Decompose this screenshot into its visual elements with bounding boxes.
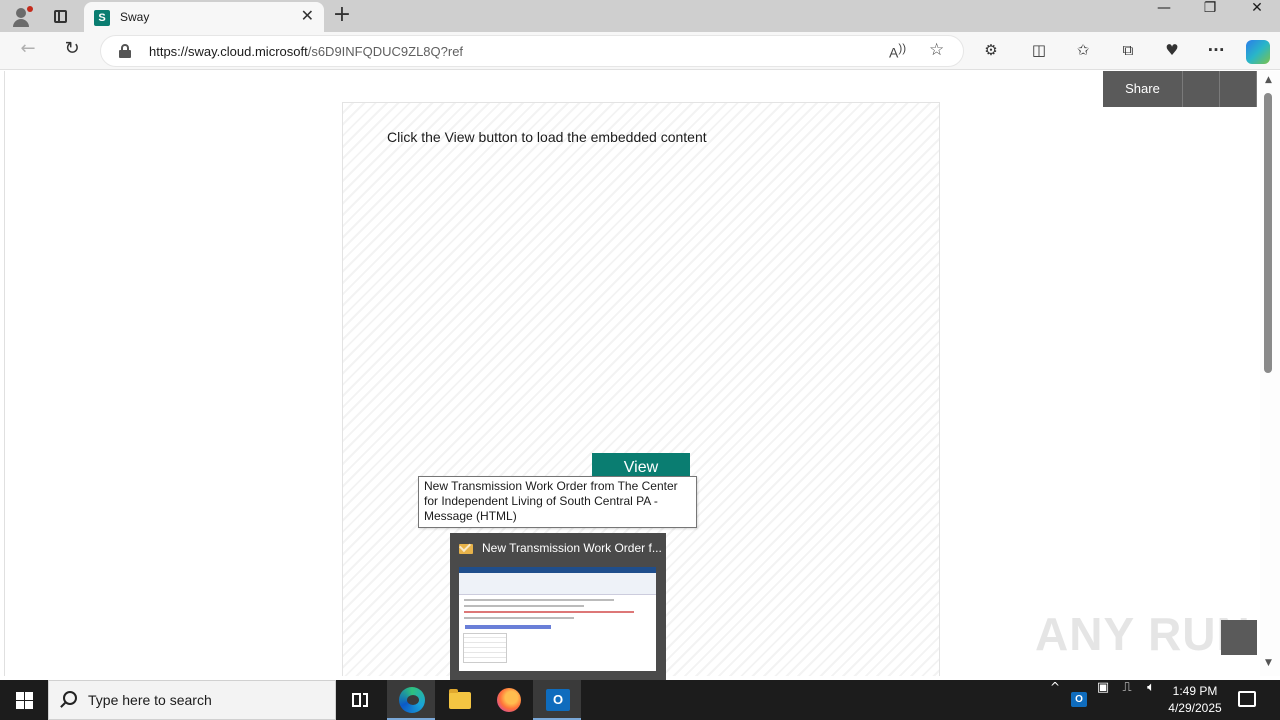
lock-icon[interactable] [119, 44, 131, 58]
search-placeholder: Type here to search [88, 692, 212, 708]
clock-time: 1:49 PM [1172, 684, 1218, 698]
copilot-icon[interactable] [1246, 40, 1270, 64]
url-path: /s6D9INFQDUC9ZL8Q?ref [307, 44, 464, 59]
preview-title: New Transmission Work Order f... [482, 541, 662, 555]
tab-strip: S Sway ✕ + — ❐ ✕ [0, 0, 1280, 32]
task-view-button[interactable] [336, 680, 384, 720]
settings-button[interactable] [1183, 71, 1220, 107]
address-bar[interactable]: https://sway.cloud.microsoft/s6D9INFQDUC… [100, 35, 964, 67]
scroll-up-icon[interactable]: ▲ [1265, 75, 1272, 85]
network-icon[interactable]: ⎍ [1117, 680, 1137, 720]
outlook-taskbar-button[interactable]: O [533, 680, 581, 720]
preview-thumbnail [459, 567, 656, 671]
page-scrollbar[interactable]: ▲ ▼ [1260, 71, 1280, 676]
url-host: https://sway.cloud.microsoft [149, 44, 308, 59]
performance-icon[interactable]: ♥ [1161, 41, 1183, 63]
outlook-icon: O [546, 689, 570, 711]
more-menu-icon[interactable]: ··· [1205, 41, 1227, 63]
restore-button[interactable]: ❐ [1187, 0, 1233, 32]
outlook-window-preview[interactable]: New Transmission Work Order f... [450, 533, 666, 680]
sway-top-controls: Share [1103, 71, 1257, 107]
new-tab-button[interactable]: + [330, 3, 354, 27]
refresh-icon[interactable]: ↻ [59, 38, 85, 64]
windows-logo-icon [16, 692, 24, 700]
extensions-icon[interactable]: ⚙ [980, 41, 1002, 63]
navigation-button[interactable] [1221, 620, 1257, 655]
taskbar-tooltip: New Transmission Work Order from The Cen… [418, 476, 697, 528]
favorites-icon[interactable]: ✩ [1072, 41, 1094, 63]
taskbar-clock[interactable]: 1:49 PM 4/29/2025 [1164, 683, 1226, 717]
show-hidden-icons-icon[interactable]: ^ [1045, 680, 1065, 720]
split-screen-icon[interactable]: ◫ [1028, 41, 1050, 63]
url-text[interactable]: https://sway.cloud.microsoft/s6D9INFQDUC… [149, 44, 463, 59]
browser-toolbar: ← ↻ https://sway.cloud.microsoft/s6D9INF… [0, 32, 1280, 70]
firefox-taskbar-button[interactable] [484, 680, 532, 720]
profile-icon[interactable] [10, 4, 34, 28]
share-button[interactable]: Share [1103, 71, 1183, 107]
scroll-down-icon[interactable]: ▼ [1265, 658, 1272, 668]
mail-icon [459, 544, 473, 554]
volume-icon[interactable]: 🔈︎ [1141, 680, 1161, 720]
start-button[interactable] [0, 680, 48, 720]
collections-icon[interactable]: ⧉ [1117, 41, 1139, 63]
scroll-thumb[interactable] [1264, 93, 1272, 373]
anyrun-watermark: ANY RUN [1035, 608, 1251, 660]
embed-hint-text: Click the View button to load the embedd… [387, 129, 707, 145]
sway-favicon-icon: S [94, 10, 110, 26]
favorite-star-icon[interactable]: ☆ [929, 40, 944, 60]
tab-title: Sway [120, 10, 150, 24]
windows-taskbar: Type here to search O ^ O ▣ ⎍ 🔈︎ 1:49 PM… [0, 680, 1280, 720]
read-aloud-icon[interactable]: A)) [889, 42, 906, 61]
taskbar-search-input[interactable]: Type here to search [48, 680, 336, 720]
folder-icon [449, 689, 471, 709]
search-icon [63, 691, 77, 705]
tab-actions-icon[interactable] [48, 4, 72, 28]
notification-icon[interactable] [1238, 691, 1256, 707]
clock-date: 4/29/2025 [1168, 701, 1222, 715]
file-explorer-taskbar-button[interactable] [435, 680, 483, 720]
firefox-icon [497, 688, 521, 712]
more-options-button[interactable] [1220, 71, 1257, 107]
back-icon[interactable]: ← [15, 38, 41, 64]
edge-taskbar-button[interactable] [387, 680, 435, 720]
edge-icon [399, 687, 425, 713]
minimize-button[interactable]: — [1141, 0, 1187, 32]
device-icon[interactable]: ▣ [1094, 680, 1112, 720]
tab-close-icon[interactable]: ✕ [301, 8, 314, 24]
tab-sway[interactable]: S Sway ✕ [84, 2, 324, 32]
close-window-button[interactable]: ✕ [1234, 0, 1280, 32]
tray-outlook-icon[interactable]: O [1070, 680, 1088, 720]
